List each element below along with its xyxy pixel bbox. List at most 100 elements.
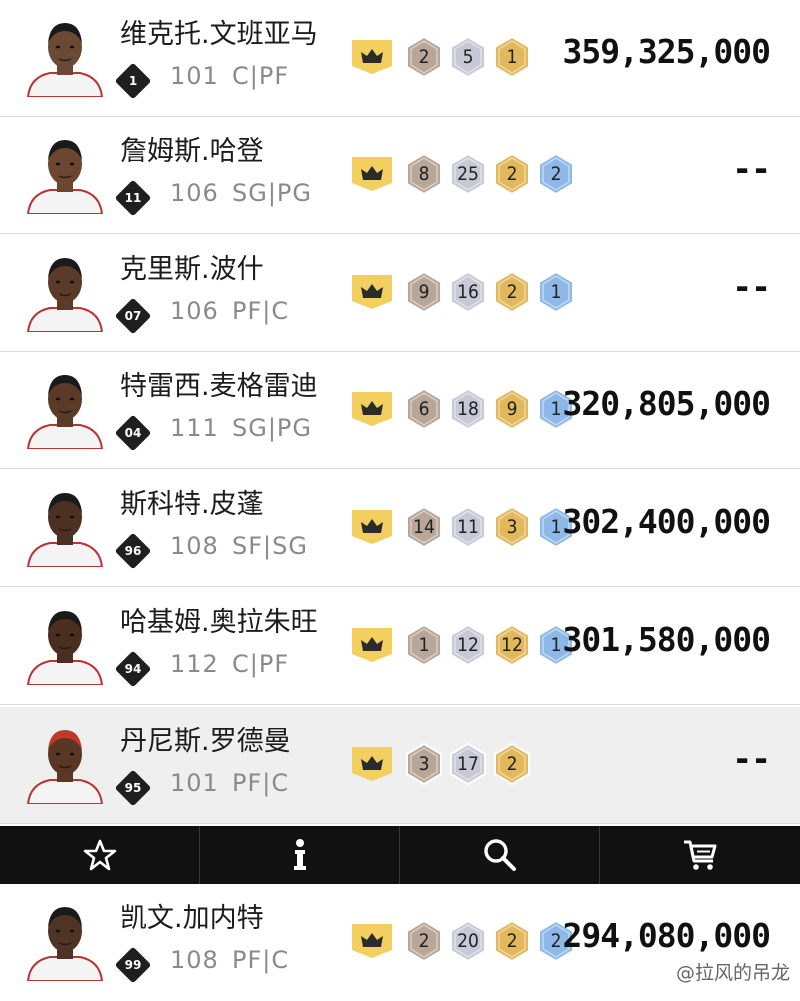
player-row[interactable]: 詹姆斯.哈登 11 106 SG|PG 8 25 2 2 -- (0, 117, 800, 234)
badge-silver: 2 (492, 152, 532, 196)
badge-count: 2 (418, 46, 430, 68)
badge-count: 2 (550, 163, 562, 185)
player-name: 克里斯.波什 (120, 254, 264, 285)
player-avatar (24, 132, 106, 214)
player-rating: 101 (170, 62, 219, 90)
badge-count: 2 (506, 163, 518, 185)
player-price: 294,080,000 (562, 916, 771, 955)
badge-hof: 9 (404, 270, 444, 314)
jersey-number: 95 (124, 781, 142, 795)
player-price: -- (732, 267, 771, 306)
crown-icon (352, 275, 392, 309)
player-rating: 108 (170, 946, 219, 974)
jersey-number: 94 (124, 662, 142, 676)
badge-gold: 25 (448, 152, 488, 196)
jersey-number-badge: 99 (114, 946, 152, 984)
bottom-toolbar (0, 826, 800, 884)
badge-hof: 2 (404, 35, 444, 79)
badge-hof: 2 (404, 919, 444, 963)
badge-gold: 12 (448, 623, 488, 667)
player-name: 丹尼斯.罗德曼 (120, 726, 291, 757)
player-row[interactable]: 维克托.文班亚马 1 101 C|PF 2 5 1 359,325,000 (0, 0, 800, 117)
badge-hof: 1 (404, 623, 444, 667)
player-name: 斯科特.皮蓬 (120, 489, 264, 520)
badge-count: 3 (506, 516, 518, 538)
badge-count: 5 (462, 46, 474, 68)
player-row[interactable]: 斯科特.皮蓬 96 108 SF|SG 14 11 3 1 302,400,000 (0, 470, 800, 587)
player-price: 320,805,000 (562, 384, 771, 423)
jersey-number: 1 (128, 74, 138, 88)
badge-hof: 6 (404, 387, 444, 431)
badge-silver: 3 (492, 505, 532, 549)
badge-hof: 8 (404, 152, 444, 196)
player-avatar (24, 15, 106, 97)
badge-count: 17 (457, 753, 479, 775)
player-avatar (24, 367, 106, 449)
jersey-number: 96 (124, 544, 142, 558)
crown-icon (352, 628, 392, 662)
info-button[interactable] (200, 826, 400, 884)
badge-count: 1 (506, 46, 518, 68)
badge-count: 16 (457, 281, 479, 303)
player-rating: 111 (170, 414, 219, 442)
crown-icon (352, 157, 392, 191)
badge-silver: 2 (492, 919, 532, 963)
player-position: PF|C (232, 297, 290, 325)
badge-count: 2 (418, 930, 430, 952)
player-price: 301,580,000 (562, 620, 771, 659)
badge-gold: 20 (448, 919, 488, 963)
jersey-number: 07 (124, 309, 142, 323)
cart-icon (683, 840, 716, 870)
watermark: @拉风的吊龙 (675, 962, 790, 984)
player-avatar (24, 485, 106, 567)
badge-silver: 2 (492, 742, 532, 786)
player-avatar (24, 722, 106, 804)
search-button[interactable] (400, 826, 600, 884)
badge-count: 1 (418, 634, 430, 656)
badge-gold: 5 (448, 35, 488, 79)
player-position: SG|PG (232, 414, 312, 442)
player-price: -- (732, 739, 771, 778)
badge-gold: 11 (448, 505, 488, 549)
player-avatar (24, 603, 106, 685)
badge-bronze: 1 (536, 270, 576, 314)
jersey-number-badge: 94 (114, 650, 152, 688)
badge-hof: 14 (404, 505, 444, 549)
player-avatar (24, 250, 106, 332)
player-row[interactable]: 特雷西.麦格雷迪 04 111 SG|PG 6 18 9 1 320,805,000 (0, 352, 800, 469)
player-name: 詹姆斯.哈登 (120, 136, 264, 167)
jersey-number: 04 (124, 426, 142, 440)
cart-button[interactable] (600, 826, 799, 884)
player-name: 凯文.加内特 (120, 903, 264, 934)
crown-icon (352, 510, 392, 544)
badge-silver: 2 (492, 270, 532, 314)
player-row[interactable]: 丹尼斯.罗德曼 95 101 PF|C 3 17 2 -- (0, 707, 800, 824)
player-price: 302,400,000 (562, 502, 771, 541)
badge-bronze: 2 (536, 152, 576, 196)
player-rating: 106 (170, 297, 219, 325)
crown-icon (352, 747, 392, 781)
badge-count: 1 (550, 281, 562, 303)
jersey-number-badge: 11 (114, 179, 152, 217)
player-price: -- (732, 149, 771, 188)
badge-count: 8 (418, 163, 430, 185)
badge-count: 6 (418, 398, 430, 420)
badge-gold: 17 (448, 742, 488, 786)
player-position: PF|C (232, 946, 290, 974)
player-position: C|PF (232, 650, 290, 678)
player-row[interactable]: 哈基姆.奥拉朱旺 94 112 C|PF 1 12 12 1 301,580,000 (0, 588, 800, 705)
badge-count: 11 (457, 516, 479, 538)
crown-icon (352, 924, 392, 958)
player-rating: 112 (170, 650, 219, 678)
badge-count: 2 (506, 281, 518, 303)
badge-count: 9 (418, 281, 430, 303)
badge-count: 12 (501, 634, 523, 656)
favorite-button[interactable] (0, 826, 200, 884)
player-row[interactable]: 克里斯.波什 07 106 PF|C 9 16 2 1 -- (0, 235, 800, 352)
star-icon (83, 839, 116, 871)
badge-count: 2 (506, 930, 518, 952)
player-position: PF|C (232, 769, 290, 797)
player-avatar (24, 899, 106, 981)
player-rating: 106 (170, 179, 219, 207)
badge-count: 2 (506, 753, 518, 775)
